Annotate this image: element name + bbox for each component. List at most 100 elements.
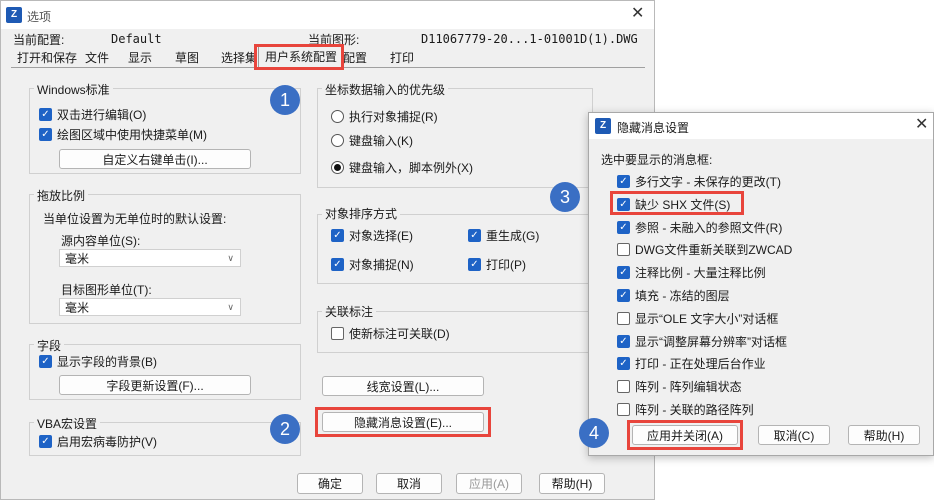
windows-standard-title: Windows标准 — [34, 81, 113, 98]
lineweight-settings-button[interactable]: 线宽设置(L)... — [322, 376, 484, 396]
dialog-cancel-button[interactable]: 取消(C) — [758, 425, 830, 445]
tab-files[interactable]: 文件 — [83, 49, 111, 67]
sort-regen-checkbox[interactable]: ✓ 重生成(G) — [468, 227, 539, 244]
check-icon: ✓ — [617, 175, 630, 188]
radio-selected-icon — [331, 161, 344, 174]
close-icon[interactable]: ✕ — [631, 6, 644, 22]
radio-keyboard[interactable]: 键盘输入(K) — [331, 132, 413, 149]
current-config-value: Default — [111, 32, 162, 46]
source-units-select[interactable]: 毫米 ∨ — [59, 249, 241, 267]
step-badge-1: 1 — [270, 85, 300, 115]
message-item-label: 显示“调整屏幕分辨率”对话框 — [635, 334, 787, 349]
assoc-dim-checkbox[interactable]: 使新标注可关联(D) — [331, 325, 450, 342]
field-background-checkbox[interactable]: ✓ 显示字段的背景(B) — [39, 353, 157, 370]
check-icon: ✓ — [39, 355, 52, 368]
message-item-checkbox[interactable]: ✓ 显示“调整屏幕分辨率”对话框 — [617, 333, 787, 350]
message-item-checkbox[interactable]: ✓ 参照 - 未融入的参照文件(R) — [617, 219, 782, 236]
apply-button[interactable]: 应用(A) — [456, 473, 522, 494]
checkbox-icon — [617, 311, 630, 325]
message-item-checkbox[interactable]: 阵列 - 阵列编辑状态 — [617, 378, 742, 395]
current-drawing-value: D11067779-20...1-01001D(1).DWG — [421, 32, 638, 46]
check-icon: ✓ — [617, 334, 630, 348]
highlight-shx-box — [610, 191, 744, 215]
help-button[interactable]: 帮助(H) — [539, 473, 605, 494]
check-icon: ✓ — [39, 435, 52, 448]
highlight-apply-close-box — [627, 420, 743, 450]
message-item-checkbox[interactable]: ✓ 填充 - 冻结的图层 — [617, 287, 730, 304]
highlight-tab-box — [254, 44, 344, 70]
app-logo-icon: Z — [595, 118, 611, 134]
object-sort-title: 对象排序方式 — [322, 205, 401, 222]
check-icon: ✓ — [617, 289, 630, 302]
message-item-checkbox[interactable]: 阵列 - 关联的路径阵列 — [617, 401, 754, 418]
check-icon: ✓ — [617, 220, 630, 234]
tab-profiles[interactable]: 配置 — [341, 49, 369, 67]
message-item-checkbox[interactable]: 显示“OLE 文字大小”对话框 — [617, 310, 778, 327]
check-icon: ✓ — [468, 229, 481, 242]
step-badge-3: 3 — [550, 182, 580, 212]
sort-object-selection-checkbox[interactable]: ✓ 对象选择(E) — [331, 227, 413, 244]
source-units-label: 源内容单位(S): — [61, 234, 141, 248]
custom-right-click-button[interactable]: 自定义右键单击(I)... — [59, 149, 251, 169]
options-window: Z 选项 ✕ 当前配置: Default 当前图形: D11067779-20.… — [0, 0, 655, 500]
tab-open-save[interactable]: 打开和保存 — [15, 49, 79, 67]
message-item-label: 参照 - 未融入的参照文件(R) — [635, 220, 783, 235]
message-item-label: 显示“OLE 文字大小”对话框 — [635, 311, 779, 326]
app-logo-icon: Z — [6, 7, 22, 23]
radio-icon — [331, 134, 344, 147]
message-item-checkbox[interactable]: ✓ 打印 - 正在处理后台作业 — [617, 355, 766, 372]
message-item-label: 多行文字 - 未保存的更改(T) — [635, 175, 781, 189]
field-update-settings-button[interactable]: 字段更新设置(F)... — [59, 375, 251, 395]
cancel-button[interactable]: 取消 — [376, 473, 442, 494]
message-item-checkbox[interactable]: ✓ 注释比例 - 大量注释比例 — [617, 264, 766, 281]
message-item-label: 阵列 - 关联的路径阵列 — [635, 403, 754, 417]
message-item-checkbox[interactable]: ✓ 多行文字 - 未保存的更改(T) — [617, 173, 781, 190]
tab-plot[interactable]: 打印 — [388, 49, 416, 67]
vba-title: VBA宏设置 — [34, 415, 101, 432]
macro-virus-checkbox[interactable]: ✓ 启用宏病毒防护(V) — [39, 433, 157, 450]
hidden-message-dialog: Z 隐藏消息设置 ✕ 选中要显示的消息框: ✓ 多行文字 - 未保存的更改(T) ✓… — [588, 112, 934, 456]
window-title: 选项 — [27, 10, 52, 24]
check-icon: ✓ — [39, 128, 52, 141]
insertion-scale-desc: 当单位设置为无单位时的默认设置: — [43, 212, 227, 226]
checkbox-icon — [617, 380, 630, 394]
message-item-label: 填充 - 冻结的图层 — [635, 289, 730, 303]
dialog-title: 隐藏消息设置 — [617, 121, 690, 135]
dblclick-edit-checkbox[interactable]: ✓ 双击进行编辑(O) — [39, 106, 146, 123]
radio-keyboard-except-scripts[interactable]: 键盘输入，脚本例外(X) — [331, 159, 473, 176]
radio-icon — [331, 110, 344, 123]
check-icon: ✓ — [39, 108, 52, 121]
check-icon: ✓ — [331, 229, 344, 242]
dialog-titlebar: Z 隐藏消息设置 ✕ — [589, 113, 933, 139]
sort-plot-checkbox[interactable]: ✓ 打印(P) — [468, 256, 526, 273]
tab-selection[interactable]: 选择集 — [219, 49, 259, 67]
object-sort-group — [317, 214, 593, 284]
message-item-label: 注释比例 - 大量注释比例 — [635, 266, 766, 281]
target-units-label: 目标图形单位(T): — [61, 283, 152, 297]
checkbox-icon — [617, 403, 630, 416]
message-item-checkbox[interactable]: DWG文件重新关联到ZWCAD — [617, 241, 792, 258]
target-units-select[interactable]: 毫米 ∨ — [59, 298, 241, 316]
chevron-down-icon: ∨ — [227, 252, 234, 263]
coord-priority-title: 坐标数据输入的优先级 — [322, 81, 449, 98]
close-icon[interactable]: ✕ — [915, 117, 928, 133]
radio-osnap[interactable]: 执行对象捕捉(R) — [331, 108, 438, 125]
dialog-help-button[interactable]: 帮助(H) — [848, 425, 920, 445]
current-config-label: 当前配置: — [13, 33, 65, 47]
check-icon: ✓ — [617, 357, 630, 371]
tab-display[interactable]: 显示 — [126, 49, 154, 67]
insertion-scale-title: 拖放比例 — [34, 187, 89, 204]
message-item-label: 打印 - 正在处理后台作业 — [635, 357, 766, 372]
check-icon: ✓ — [331, 258, 344, 271]
ok-button[interactable]: 确定 — [297, 473, 363, 494]
step-badge-4: 4 — [579, 418, 609, 448]
step-badge-2: 2 — [270, 414, 300, 444]
tab-drafting[interactable]: 草图 — [173, 49, 201, 67]
check-icon: ✓ — [468, 258, 481, 271]
message-item-label: 阵列 - 阵列编辑状态 — [635, 380, 742, 395]
assoc-dim-title: 关联标注 — [322, 303, 377, 320]
shortcut-menu-checkbox[interactable]: ✓ 绘图区域中使用快捷菜单(M) — [39, 126, 207, 143]
sort-object-snap-checkbox[interactable]: ✓ 对象捕捉(N) — [331, 256, 414, 273]
message-item-label: DWG文件重新关联到ZWCAD — [635, 243, 793, 258]
checkbox-icon — [617, 243, 630, 257]
